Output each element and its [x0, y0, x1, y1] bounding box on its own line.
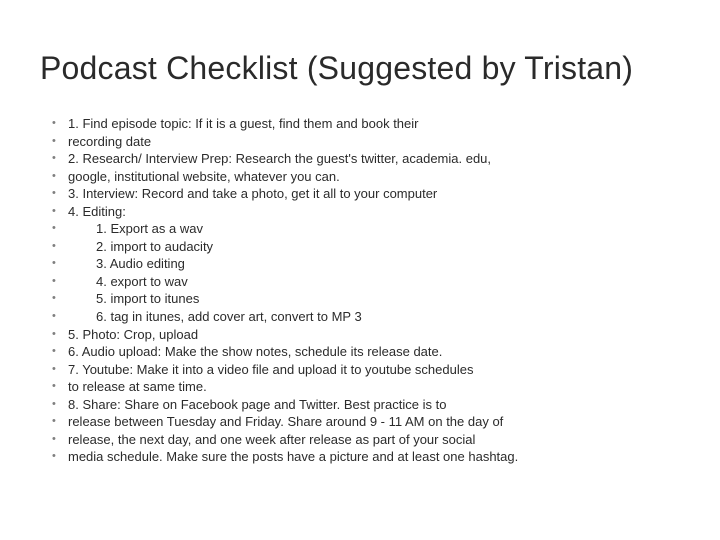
checklist-line: google, institutional website, whatever … — [58, 168, 680, 186]
indented-text: 6. tag in itunes, add cover art, convert… — [68, 309, 362, 324]
slide: Podcast Checklist (Suggested by Tristan)… — [0, 0, 720, 540]
checklist-line: 8. Share: Share on Facebook page and Twi… — [58, 396, 680, 414]
checklist-line: 4. Editing: — [58, 203, 680, 221]
checklist: 1. Find episode topic: If it is a guest,… — [40, 115, 680, 466]
checklist-line: 3. Interview: Record and take a photo, g… — [58, 185, 680, 203]
checklist-line: 6. tag in itunes, add cover art, convert… — [58, 308, 680, 326]
indented-text: 2. import to audacity — [68, 239, 213, 254]
checklist-line: release, the next day, and one week afte… — [58, 431, 680, 449]
checklist-line: 6. Audio upload: Make the show notes, sc… — [58, 343, 680, 361]
indented-text: 4. export to wav — [68, 274, 188, 289]
checklist-line: release between Tuesday and Friday. Shar… — [58, 413, 680, 431]
indented-text: 3. Audio editing — [68, 256, 185, 271]
checklist-line: 7. Youtube: Make it into a video file an… — [58, 361, 680, 379]
checklist-line: 3. Audio editing — [58, 255, 680, 273]
checklist-line: 2. import to audacity — [58, 238, 680, 256]
indented-text: 1. Export as a wav — [68, 221, 203, 236]
checklist-line: 4. export to wav — [58, 273, 680, 291]
checklist-line: to release at same time. — [58, 378, 680, 396]
indented-text: 5. import to itunes — [68, 291, 199, 306]
checklist-line: 5. import to itunes — [58, 290, 680, 308]
slide-title: Podcast Checklist (Suggested by Tristan) — [40, 50, 680, 87]
checklist-line: recording date — [58, 133, 680, 151]
checklist-line: media schedule. Make sure the posts have… — [58, 448, 680, 466]
checklist-line: 2. Research/ Interview Prep: Research th… — [58, 150, 680, 168]
checklist-line: 1. Find episode topic: If it is a guest,… — [58, 115, 680, 133]
checklist-line: 5. Photo: Crop, upload — [58, 326, 680, 344]
checklist-line: 1. Export as a wav — [58, 220, 680, 238]
